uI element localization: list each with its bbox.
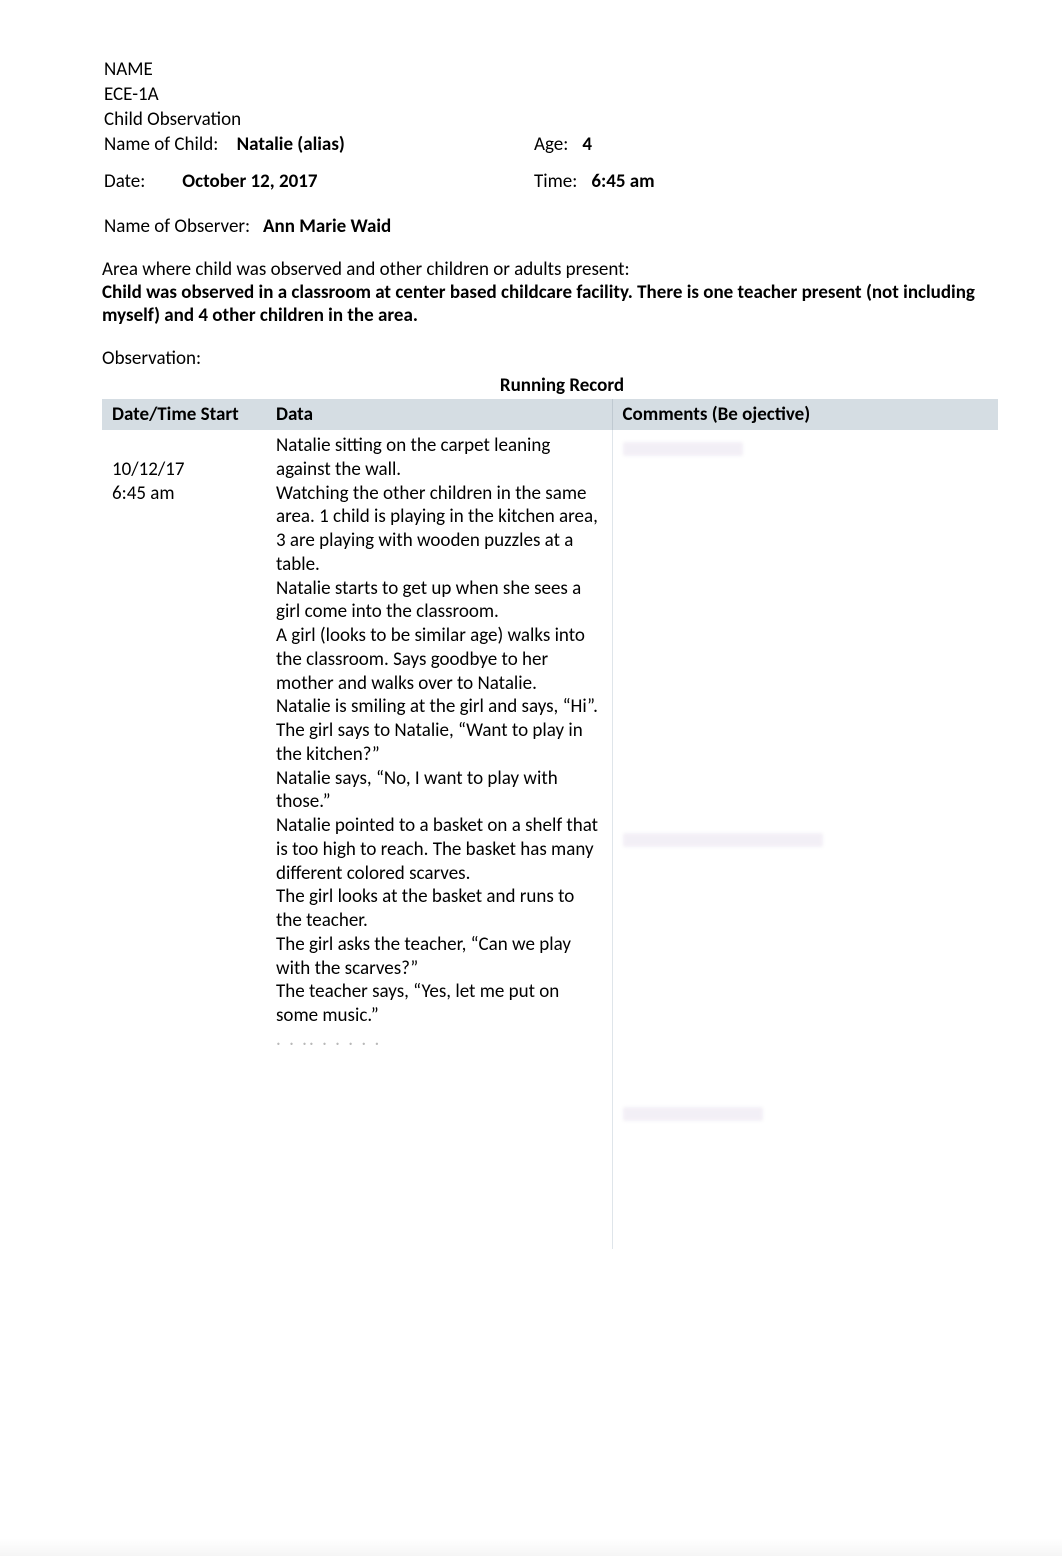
child-name-label: Name of Child: (104, 133, 218, 156)
cell-datetime: 10/12/17 6:45 am (102, 430, 266, 1129)
dt-time: 6:45 am (112, 482, 258, 506)
name-line: NAME (104, 58, 1022, 81)
data-paragraph: The teacher says, “Yes, let me put on so… (276, 980, 604, 1028)
data-paragraph: Natalie sitting on the carpet leaning ag… (276, 434, 604, 482)
table-row (102, 1129, 998, 1249)
data-paragraph: Natalie starts to get up when she sees a… (276, 577, 604, 625)
cell-comments (612, 430, 998, 1129)
redacted-comment (623, 442, 743, 456)
area-prompt: Area where child was observed and other … (102, 258, 1022, 281)
age-label: Age: (534, 133, 568, 156)
running-record-title: Running Record (102, 374, 1022, 397)
col-header-datetime: Date/Time Start (102, 399, 266, 430)
col-header-comments: Comments (Be ojective) (612, 399, 998, 430)
child-name-value: Natalie (alias) (237, 133, 345, 156)
date-value: October 12, 2017 (182, 170, 317, 193)
observer-value: Ann Marie Waid (263, 215, 391, 238)
document-page: NAME ECE-1A Child Observation Name of Ch… (0, 0, 1062, 1556)
data-paragraph: A girl (looks to be similar age) walks i… (276, 624, 604, 695)
area-block: Area where child was observed and other … (0, 258, 1062, 327)
data-paragraph: Natalie is smiling at the girl and says,… (276, 695, 604, 719)
child-age-row: Name of Child: Natalie (alias) Age: 4 (104, 133, 1022, 156)
page-bottom-shadow (0, 1538, 1062, 1556)
data-paragraph: Natalie says, “No, I want to play with t… (276, 767, 604, 815)
course-line: ECE-1A (104, 83, 1022, 106)
table-row: 10/12/17 6:45 am Natalie sitting on the … (102, 430, 998, 1129)
observation-label: Observation: (0, 347, 1062, 370)
col-header-data: Data (266, 399, 612, 430)
time-label: Time: (534, 170, 577, 193)
redacted-comment (623, 1107, 763, 1121)
data-paragraph: Watching the other children in the same … (276, 482, 604, 577)
observer-row: Name of Observer: Ann Marie Waid (104, 215, 1022, 238)
running-record-section: Running Record Date/Time Start Data Comm… (0, 374, 1062, 1249)
data-paragraph: The girl looks at the basket and runs to… (276, 885, 604, 933)
cell-data: Natalie sitting on the carpet leaning ag… (266, 430, 612, 1129)
data-paragraph: The girl asks the teacher, “Can we play … (276, 933, 604, 981)
redacted-comment (623, 833, 823, 847)
data-paragraph: The girl says to Natalie, “Want to play … (276, 719, 604, 767)
document-header: NAME ECE-1A Child Observation Name of Ch… (0, 58, 1062, 238)
truncated-text-indicator: . . .. . . . . . (276, 1028, 604, 1052)
time-value: 6:45 am (591, 170, 654, 193)
observer-label: Name of Observer: (104, 215, 250, 238)
date-label: Date: (104, 170, 164, 193)
doc-title-line: Child Observation (104, 108, 1022, 131)
dt-date: 10/12/17 (112, 458, 258, 482)
running-record-table: Date/Time Start Data Comments (Be ojecti… (102, 399, 998, 1249)
date-time-row: Date: October 12, 2017 Time: 6:45 am (104, 170, 1022, 193)
data-paragraph: Natalie pointed to a basket on a shelf t… (276, 814, 604, 885)
age-value: 4 (582, 133, 592, 156)
area-text: Child was observed in a classroom at cen… (102, 281, 1022, 327)
table-header-row: Date/Time Start Data Comments (Be ojecti… (102, 399, 998, 430)
